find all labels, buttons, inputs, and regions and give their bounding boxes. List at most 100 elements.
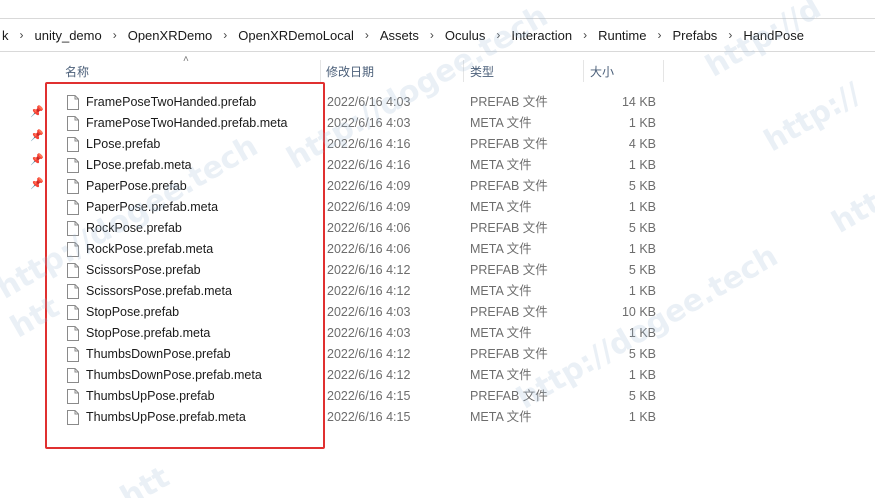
file-type: PREFAB 文件 [470, 347, 548, 361]
column-divider[interactable] [463, 60, 464, 82]
column-divider[interactable] [320, 60, 321, 82]
file-date: 2022/6/16 4:15 [327, 389, 411, 403]
file-size: 5 KB [628, 179, 656, 193]
file-name: PaperPose.prefab.meta [86, 200, 219, 214]
file-type: META 文件 [470, 326, 532, 340]
file-name: ScissorsPose.prefab [86, 263, 201, 277]
file-row[interactable]: RockPose.prefab.meta 2022/6/16 4:06 META 文… [0, 239, 875, 260]
file-icon [67, 347, 79, 362]
breadcrumb: k › unity_demo › OpenXRDemo › OpenXRDemoLocal ›… [0, 19, 806, 51]
file-date: 2022/6/16 4:09 [327, 179, 411, 193]
breadcrumb-separator-icon[interactable]: › [11, 28, 33, 42]
file-size: 1 KB [628, 158, 656, 172]
file-name: LPose.prefab.meta [86, 158, 192, 172]
file-type: META 文件 [470, 368, 532, 382]
file-type: PREFAB 文件 [470, 305, 548, 319]
breadcrumb-item[interactable]: k [0, 28, 11, 43]
file-size: 1 KB [628, 242, 656, 256]
file-date: 2022/6/16 4:03 [327, 326, 411, 340]
file-row[interactable]: ScissorsPose.prefab 2022/6/16 4:12 PREFAB … [0, 260, 875, 281]
file-icon [67, 200, 79, 215]
file-row[interactable]: ScissorsPose.prefab.meta 2022/6/16 4:12 ME… [0, 281, 875, 302]
file-name: ScissorsPose.prefab.meta [86, 284, 232, 298]
file-name: StopPose.prefab [86, 305, 180, 319]
file-row[interactable]: FramePoseTwoHanded.prefab.meta 2022/6/16 … [0, 113, 875, 134]
file-name: ThumbsUpPose.prefab [86, 389, 215, 403]
file-date: 2022/6/16 4:12 [327, 284, 411, 298]
file-size: 4 KB [628, 137, 656, 151]
file-row[interactable]: ThumbsUpPose.prefab.meta 2022/6/16 4:15 ME… [0, 407, 875, 428]
breadcrumb-item[interactable]: Oculus [443, 28, 487, 43]
file-name: FramePoseTwoHanded.prefab [86, 95, 257, 109]
file-type: META 文件 [470, 200, 532, 214]
file-row[interactable]: PaperPose.prefab 2022/6/16 4:09 PREFAB 文件 5… [0, 176, 875, 197]
breadcrumb-separator-icon[interactable]: › [104, 28, 126, 42]
file-size: 14 KB [621, 95, 656, 109]
file-icon [67, 116, 79, 131]
file-size: 1 KB [628, 200, 656, 214]
breadcrumb-item[interactable]: unity_demo [33, 28, 104, 43]
column-header-size[interactable]: 大小 [590, 58, 614, 86]
file-icon [67, 158, 79, 173]
file-icon [67, 221, 79, 236]
column-header: 名称 修改日期 类型 大小 [0, 58, 875, 86]
file-name: LPose.prefab [86, 137, 161, 151]
file-row[interactable]: LPose.prefab.meta 2022/6/16 4:16 META 文件 1 … [0, 155, 875, 176]
breadcrumb-item[interactable]: OpenXRDemo [126, 28, 215, 43]
watermark: htt [114, 459, 176, 498]
file-name: ThumbsDownPose.prefab.meta [86, 368, 262, 382]
file-type: META 文件 [470, 410, 532, 424]
file-type: PREFAB 文件 [470, 263, 548, 277]
breadcrumb-separator-icon[interactable]: › [214, 28, 236, 42]
breadcrumb-separator-icon[interactable]: › [719, 28, 741, 42]
breadcrumb-separator-icon[interactable]: › [356, 28, 378, 42]
breadcrumb-item[interactable]: HandPose [741, 28, 806, 43]
column-header-date[interactable]: 修改日期 [326, 58, 374, 86]
breadcrumb-separator-icon[interactable]: › [649, 28, 671, 42]
file-type: PREFAB 文件 [470, 95, 548, 109]
file-date: 2022/6/16 4:03 [327, 305, 411, 319]
breadcrumb-item[interactable]: Interaction [509, 28, 574, 43]
breadcrumb-item[interactable]: Prefabs [671, 28, 720, 43]
file-row[interactable]: ThumbsDownPose.prefab 2022/6/16 4:12 PREFA… [0, 344, 875, 365]
column-divider[interactable] [663, 60, 664, 82]
file-size: 1 KB [628, 326, 656, 340]
column-divider[interactable] [583, 60, 584, 82]
file-date: 2022/6/16 4:12 [327, 368, 411, 382]
file-date: 2022/6/16 4:06 [327, 242, 411, 256]
file-size: 1 KB [628, 116, 656, 130]
column-header-type[interactable]: 类型 [470, 58, 494, 86]
breadcrumb-item[interactable]: Assets [378, 28, 421, 43]
file-icon [67, 368, 79, 383]
file-date: 2022/6/16 4:15 [327, 410, 411, 424]
file-size: 5 KB [628, 389, 656, 403]
file-row[interactable]: ThumbsUpPose.prefab 2022/6/16 4:15 PREFAB … [0, 386, 875, 407]
file-explorer-window: k › unity_demo › OpenXRDemo › OpenXRDemoLocal ›… [0, 0, 875, 498]
breadcrumb-separator-icon[interactable]: › [574, 28, 596, 42]
file-type: PREFAB 文件 [470, 221, 548, 235]
file-date: 2022/6/16 4:16 [327, 158, 411, 172]
file-icon [67, 389, 79, 404]
column-header-name[interactable]: 名称 [65, 58, 89, 86]
breadcrumb-separator-icon[interactable]: › [421, 28, 443, 42]
breadcrumb-separator-icon[interactable]: › [487, 28, 509, 42]
address-bar[interactable]: k › unity_demo › OpenXRDemo › OpenXRDemoLocal ›… [0, 18, 875, 52]
file-row[interactable]: StopPose.prefab.meta 2022/6/16 4:03 META 文… [0, 323, 875, 344]
breadcrumb-item[interactable]: OpenXRDemoLocal [236, 28, 356, 43]
sort-ascending-icon: ˄ [183, 54, 189, 65]
file-row[interactable]: PaperPose.prefab.meta 2022/6/16 4:09 META … [0, 197, 875, 218]
file-name: ThumbsDownPose.prefab [86, 347, 231, 361]
breadcrumb-item[interactable]: Runtime [596, 28, 648, 43]
file-size: 5 KB [628, 221, 656, 235]
file-icon [67, 137, 79, 152]
file-type: PREFAB 文件 [470, 137, 548, 151]
file-row[interactable]: LPose.prefab 2022/6/16 4:16 PREFAB 文件 4 KB [0, 134, 875, 155]
file-date: 2022/6/16 4:16 [327, 137, 411, 151]
file-icon [67, 179, 79, 194]
file-row[interactable]: FramePoseTwoHanded.prefab 2022/6/16 4:03 P… [0, 92, 875, 113]
file-row[interactable]: RockPose.prefab 2022/6/16 4:06 PREFAB 文件 5 … [0, 218, 875, 239]
file-size: 1 KB [628, 284, 656, 298]
file-icon [67, 242, 79, 257]
file-row[interactable]: StopPose.prefab 2022/6/16 4:03 PREFAB 文件 10… [0, 302, 875, 323]
file-row[interactable]: ThumbsDownPose.prefab.meta 2022/6/16 4:12… [0, 365, 875, 386]
